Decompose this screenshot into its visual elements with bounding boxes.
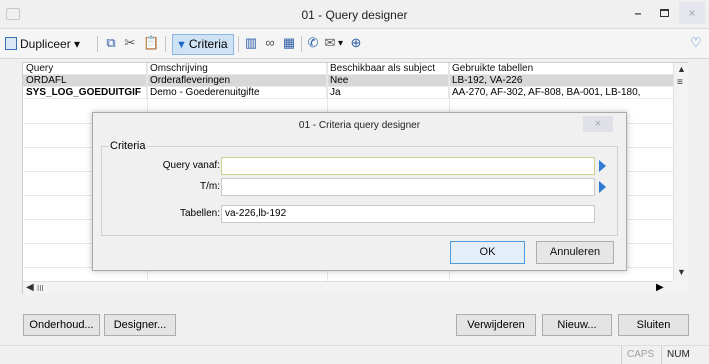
close-button[interactable]: Sluiten bbox=[618, 314, 689, 336]
query-from-lookup-icon[interactable] bbox=[599, 160, 606, 172]
chevron-down-icon: ▾ bbox=[74, 37, 81, 51]
scroll-corner bbox=[673, 281, 688, 294]
query-from-field[interactable] bbox=[221, 157, 595, 175]
criteria-button[interactable]: ▼ Criteria bbox=[172, 34, 234, 55]
book-icon[interactable]: ▥ bbox=[243, 35, 259, 51]
toolbar-separator bbox=[238, 36, 239, 52]
toolbar-separator bbox=[165, 36, 166, 52]
duplicate-button[interactable]: Dupliceer ▾ bbox=[5, 34, 80, 54]
scroll-thumb[interactable]: III bbox=[37, 284, 44, 293]
column-header[interactable]: Gebruikte tabellen bbox=[449, 63, 673, 75]
table-cell: AA-270, AF-302, AF-808, BA-001, LB-180, bbox=[449, 87, 673, 99]
column-header[interactable]: Beschikbaar als subject bbox=[327, 63, 449, 75]
table-cell: LB-192, VA-226 bbox=[449, 75, 673, 87]
copy-icon[interactable]: ⧉ bbox=[103, 35, 119, 51]
phone-icon[interactable]: ✆ bbox=[305, 35, 321, 51]
scroll-handle-icon[interactable]: ≡ bbox=[677, 77, 683, 88]
scroll-left-icon[interactable]: ◀ bbox=[26, 282, 34, 294]
tables-field[interactable]: va-226,lb-192 bbox=[221, 205, 595, 223]
toolbar-separator bbox=[97, 36, 98, 52]
table-cell: ORDAFL bbox=[23, 75, 147, 87]
duplicate-label: Dupliceer bbox=[20, 37, 71, 51]
num-indicator: NUM bbox=[661, 346, 695, 364]
dialog-close-button[interactable]: × bbox=[583, 116, 613, 132]
duplicate-icon bbox=[5, 37, 17, 50]
toolbar: Dupliceer ▾ ⧉ ✂ 📋 ▼ Criteria ▥ ∞ ▦ ✆ ✉ ▾ … bbox=[0, 29, 709, 59]
criteria-group: Criteria Query vanaf: T/m: Tabellen: va-… bbox=[101, 140, 618, 236]
group-label: Criteria bbox=[108, 140, 148, 152]
table-row[interactable]: ORDAFL Orderafleveringen Nee LB-192, VA-… bbox=[23, 75, 673, 87]
table-cell: Nee bbox=[327, 75, 449, 87]
cancel-button[interactable]: Annuleren bbox=[536, 241, 614, 264]
close-window-button[interactable]: × bbox=[679, 2, 705, 24]
table-cell: Orderafleveringen bbox=[147, 75, 327, 87]
criteria-label: Criteria bbox=[188, 37, 228, 51]
binoculars-icon[interactable]: ∞ bbox=[262, 35, 278, 51]
dialog-title: 01 - Criteria query designer bbox=[298, 120, 421, 131]
query-from-label: Query vanaf: bbox=[162, 160, 220, 171]
designer-button[interactable]: Designer... bbox=[104, 314, 176, 336]
mail-dropdown-icon[interactable]: ▾ bbox=[338, 34, 343, 54]
maintenance-button[interactable]: Onderhoud... bbox=[23, 314, 100, 336]
tables-label: Tabellen: bbox=[179, 208, 220, 219]
query-to-field[interactable] bbox=[221, 178, 595, 196]
criteria-dialog: 01 - Criteria query designer × Criteria … bbox=[92, 112, 627, 271]
table-row[interactable]: SYS_LOG_GOEDUITGIF Demo - Goederenuitgif… bbox=[23, 87, 673, 99]
scroll-up-icon[interactable]: ▲ bbox=[677, 64, 686, 74]
table-cell: Demo - Goederenuitgifte bbox=[147, 87, 327, 99]
mail-icon[interactable]: ✉ bbox=[322, 35, 338, 51]
minimize-button[interactable]: – bbox=[625, 2, 651, 24]
scroll-right-icon[interactable]: ▶ bbox=[656, 282, 664, 294]
cut-icon[interactable]: ✂ bbox=[122, 35, 138, 51]
grid-header: Query Omschrijving Beschikbaar als subje… bbox=[23, 63, 673, 75]
filter-icon: ▼ bbox=[176, 39, 187, 51]
maximize-button[interactable] bbox=[651, 2, 677, 24]
maximize-icon bbox=[659, 9, 669, 17]
caps-indicator: CAPS bbox=[621, 346, 659, 364]
column-header[interactable]: Omschrijving bbox=[147, 63, 327, 75]
query-to-lookup-icon[interactable] bbox=[599, 181, 606, 193]
window-title: 01 - Query designer bbox=[301, 8, 408, 22]
favorite-icon[interactable]: ♡ bbox=[690, 35, 702, 51]
column-header[interactable]: Query bbox=[23, 63, 147, 75]
vertical-scrollbar[interactable]: ▲ ≡ ▼ bbox=[673, 63, 688, 281]
globe-icon[interactable]: ⊕ bbox=[348, 35, 364, 51]
ok-button[interactable]: OK bbox=[450, 241, 525, 264]
status-bar: CAPS NUM bbox=[0, 345, 709, 364]
grid-icon[interactable]: ▦ bbox=[281, 35, 297, 51]
scroll-down-icon[interactable]: ▼ bbox=[677, 267, 686, 277]
horizontal-scrollbar[interactable]: ◀ III ▶ bbox=[23, 281, 673, 294]
table-cell: SYS_LOG_GOEDUITGIF bbox=[23, 87, 147, 99]
paste-icon[interactable]: 📋 bbox=[143, 35, 159, 51]
new-button[interactable]: Nieuw... bbox=[542, 314, 612, 336]
table-cell: Ja bbox=[327, 87, 449, 99]
title-bar: 01 - Query designer – × bbox=[0, 0, 709, 29]
delete-button[interactable]: Verwijderen bbox=[456, 314, 536, 336]
toolbar-separator bbox=[301, 36, 302, 52]
query-to-label: T/m: bbox=[200, 181, 220, 192]
